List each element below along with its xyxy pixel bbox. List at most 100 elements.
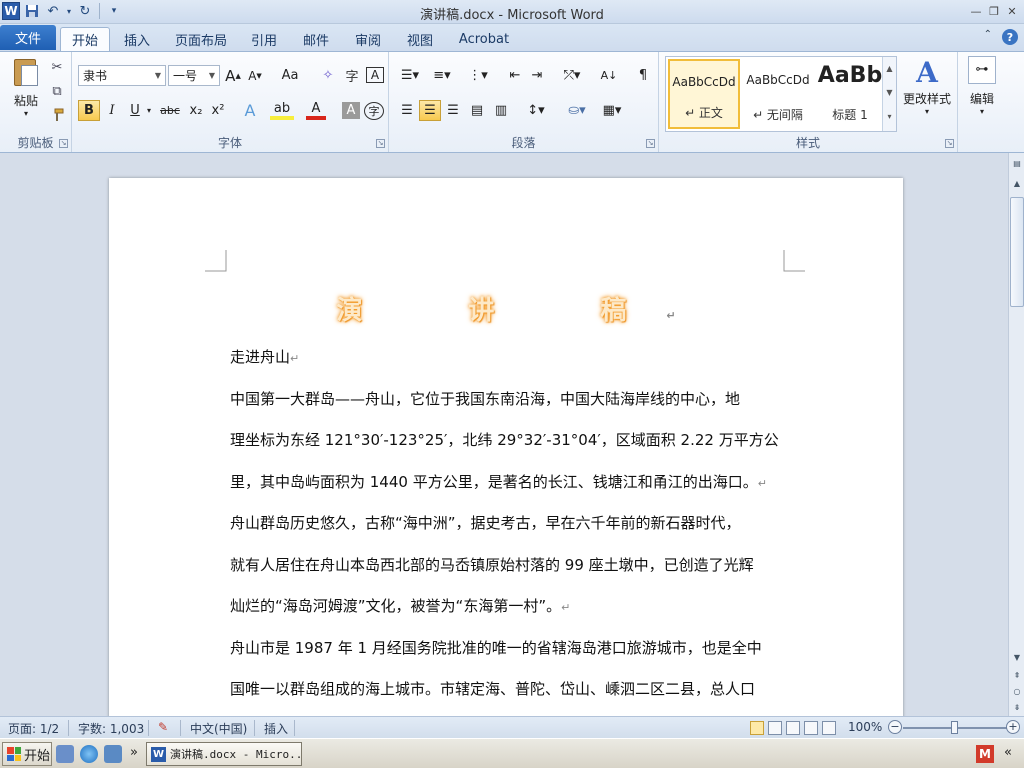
borders-icon[interactable]: ▦▾ (599, 100, 625, 121)
cut-icon[interactable]: ✂ (48, 58, 66, 76)
multilevel-list-icon[interactable]: ⋮▾ (465, 65, 491, 86)
zoom-out-icon[interactable]: − (888, 720, 902, 734)
zoom-slider-thumb[interactable] (951, 721, 958, 734)
start-button[interactable]: 开始 (2, 742, 52, 766)
insert-mode[interactable]: 插入 (264, 720, 288, 737)
proofing-icon[interactable]: ✎ (158, 720, 168, 734)
help-icon[interactable]: ? (1002, 29, 1018, 45)
zoom-in-icon[interactable]: + (1006, 720, 1020, 734)
grow-font-button[interactable]: A ▲ (224, 65, 242, 86)
style-no-spacing[interactable]: AaBbCcDd ↵ 无间隔 (742, 59, 814, 129)
style-heading-1[interactable]: AaBb 标题 1 (814, 59, 886, 129)
subscript-button[interactable]: x₂ (186, 100, 206, 121)
previous-page-icon[interactable]: ⇞ (1010, 669, 1024, 683)
italic-button[interactable]: I (102, 100, 122, 121)
chinese-layout-icon[interactable]: ⤱▾ (559, 65, 585, 86)
strikethrough-button[interactable]: abc (158, 100, 182, 121)
paste-dropdown-icon[interactable]: ▾ (6, 109, 46, 118)
align-center-icon[interactable]: ☰ (419, 100, 441, 121)
text-effects-button[interactable]: A (240, 100, 260, 121)
vertical-scrollbar[interactable]: ▤ ▲ ▼ ⇞ ○ ⇟ (1008, 153, 1024, 716)
distributed-icon[interactable]: ▥ (491, 100, 511, 121)
page-count[interactable]: 页面: 1/2 (8, 720, 59, 737)
scroll-down-icon[interactable]: ▼ (1010, 651, 1024, 665)
chevron-up-icon[interactable]: ▲ (883, 57, 896, 81)
document-title[interactable]: 演 讲 稿↵ (109, 290, 903, 327)
more-styles-icon[interactable]: ▾ (883, 105, 896, 129)
browse-object-icon[interactable]: ○ (1010, 685, 1024, 699)
minimize-ribbon-icon[interactable]: ⌃ (984, 29, 992, 45)
zoom-level[interactable]: 100% (848, 720, 882, 734)
increase-indent-icon[interactable]: ⇥ (527, 65, 547, 86)
tab-file[interactable]: 文件 (0, 25, 56, 50)
scroll-up-icon[interactable]: ▲ (1010, 177, 1024, 191)
editing-button[interactable]: ⊶ 编辑 ▾ (962, 56, 1002, 116)
change-case-button[interactable]: Aa (276, 65, 304, 86)
document-body[interactable]: 走进舟山↵ 中国第一大群岛——舟山，它位于我国东南沿海，中国大陆海岸线的中心，地… (230, 346, 790, 716)
tab-mailings[interactable]: 邮件 (296, 28, 336, 51)
media-player-icon[interactable] (104, 745, 122, 763)
tab-references[interactable]: 引用 (244, 28, 284, 51)
superscript-button[interactable]: x² (208, 100, 228, 121)
show-marks-icon[interactable]: ¶ (633, 65, 653, 86)
clipboard-launcher-icon[interactable]: ↘ (59, 139, 68, 148)
paragraph-launcher-icon[interactable]: ↘ (646, 139, 655, 148)
align-right-icon[interactable]: ☰ (443, 100, 463, 121)
change-styles-button[interactable]: A 更改样式 ▾ (900, 56, 954, 132)
tray-app-icon[interactable]: M (976, 745, 994, 763)
sort-icon[interactable]: A↓ (599, 65, 619, 86)
bold-button[interactable]: B (78, 100, 100, 121)
next-page-icon[interactable]: ⇟ (1010, 701, 1024, 715)
paste-button[interactable]: 粘贴 ▾ (6, 56, 46, 118)
style-normal[interactable]: AaBbCcDd ↵ 正文 (668, 59, 740, 129)
align-left-icon[interactable]: ☰ (397, 100, 417, 121)
character-shading-button[interactable]: A (342, 102, 360, 119)
scroll-thumb[interactable] (1010, 197, 1024, 307)
web-layout-icon[interactable] (786, 721, 800, 735)
phonetic-guide-icon[interactable]: 字 (342, 65, 362, 86)
justify-icon[interactable]: ▤ (467, 100, 487, 121)
show-desktop-icon[interactable] (56, 745, 74, 763)
restore-icon[interactable]: ❐ (986, 3, 1002, 19)
tab-acrobat[interactable]: Acrobat (452, 28, 516, 51)
draft-icon[interactable] (822, 721, 836, 735)
character-border-icon[interactable]: A (366, 67, 384, 83)
shrink-font-button[interactable]: A ▼ (246, 65, 264, 86)
tab-insert[interactable]: 插入 (114, 28, 160, 51)
language[interactable]: 中文(中国) (190, 720, 247, 737)
print-layout-icon[interactable] (750, 721, 764, 735)
document-page[interactable]: 演 讲 稿↵ 走进舟山↵ 中国第一大群岛——舟山，它位于我国东南沿海，中国大陆海… (109, 178, 903, 716)
chevron-down-icon[interactable]: ▼ (883, 81, 896, 105)
clear-formatting-icon[interactable]: ✧ (318, 65, 338, 86)
font-size-combo[interactable]: 一号 ▼ (168, 65, 220, 86)
font-color-button[interactable]: A (306, 100, 326, 120)
tray-expand-icon[interactable]: « (1004, 745, 1012, 760)
copy-icon[interactable]: ⧉ (48, 82, 66, 100)
numbering-icon[interactable]: ≡▾ (429, 65, 455, 86)
tab-page-layout[interactable]: 页面布局 (170, 28, 232, 51)
outline-icon[interactable] (804, 721, 818, 735)
full-screen-reading-icon[interactable] (768, 721, 782, 735)
font-launcher-icon[interactable]: ↘ (376, 139, 385, 148)
word-count[interactable]: 字数: 1,003 (78, 720, 144, 737)
highlight-button[interactable]: ab (270, 100, 294, 120)
minimize-icon[interactable]: — (968, 3, 984, 19)
tab-home[interactable]: 开始 (60, 27, 110, 51)
quick-launch-more-icon[interactable]: » (130, 745, 138, 760)
format-painter-icon[interactable] (48, 106, 66, 124)
styles-launcher-icon[interactable]: ↘ (945, 139, 954, 148)
bullets-icon[interactable]: ☰▾ (397, 65, 423, 86)
document-area[interactable]: 演 讲 稿↵ 走进舟山↵ 中国第一大群岛——舟山，它位于我国东南沿海，中国大陆海… (0, 153, 1008, 716)
internet-explorer-icon[interactable] (80, 745, 98, 763)
close-icon[interactable]: ✕ (1004, 3, 1020, 19)
shading-icon[interactable]: ⛀▾ (563, 100, 591, 121)
decrease-indent-icon[interactable]: ⇤ (505, 65, 525, 86)
taskbar-word-window[interactable]: W 演讲稿.docx - Micro... (146, 742, 302, 766)
line-spacing-icon[interactable]: ↕▾ (523, 100, 549, 121)
underline-button[interactable]: U (126, 100, 144, 121)
tab-view[interactable]: 视图 (400, 28, 440, 51)
font-name-combo[interactable]: 隶书 ▼ (78, 65, 166, 86)
styles-gallery-scroll[interactable]: ▲ ▼ ▾ (882, 57, 896, 131)
underline-dropdown-icon[interactable]: ▾ (144, 100, 154, 121)
enclose-characters-icon[interactable]: 字 (364, 102, 384, 120)
